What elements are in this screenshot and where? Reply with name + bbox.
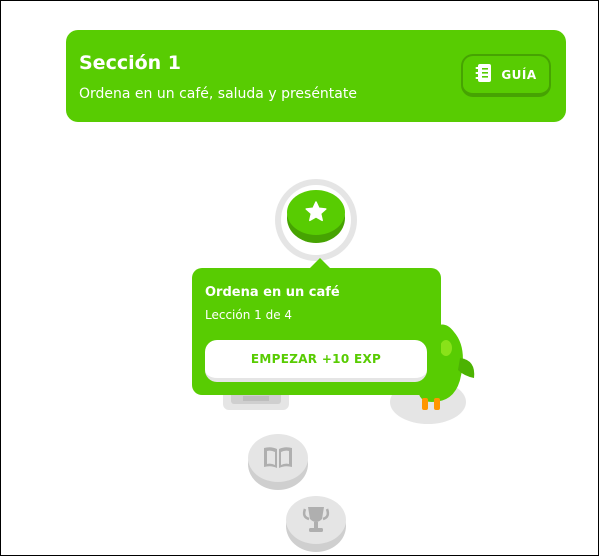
popover-progress: Lección 1 de 4 <box>205 308 293 322</box>
book-icon <box>262 445 294 475</box>
start-lesson-label: EMPEZAR +10 EXP <box>250 352 382 366</box>
star-icon <box>304 200 328 228</box>
guide-button[interactable]: GUÍA <box>461 54 551 97</box>
trophy-icon <box>302 505 330 539</box>
start-lesson-button[interactable]: EMPEZAR +10 EXP <box>205 340 427 382</box>
guide-button-label: GUÍA <box>501 67 537 82</box>
lesson-popover: Ordena en un café Lección 1 de 4 EMPEZAR… <box>192 268 441 395</box>
section-banner: Sección 1 Ordena en un café, saluda y pr… <box>66 30 566 122</box>
lesson-node-locked-book[interactable] <box>248 434 308 482</box>
section-title: Sección 1 <box>79 52 182 74</box>
lesson-node-locked-trophy[interactable] <box>286 496 346 544</box>
notebook-icon <box>475 63 493 87</box>
popover-title: Ordena en un café <box>205 285 340 300</box>
lesson-node-current-top <box>287 190 345 235</box>
section-subtitle: Ordena en un café, saluda y preséntate <box>79 86 357 102</box>
